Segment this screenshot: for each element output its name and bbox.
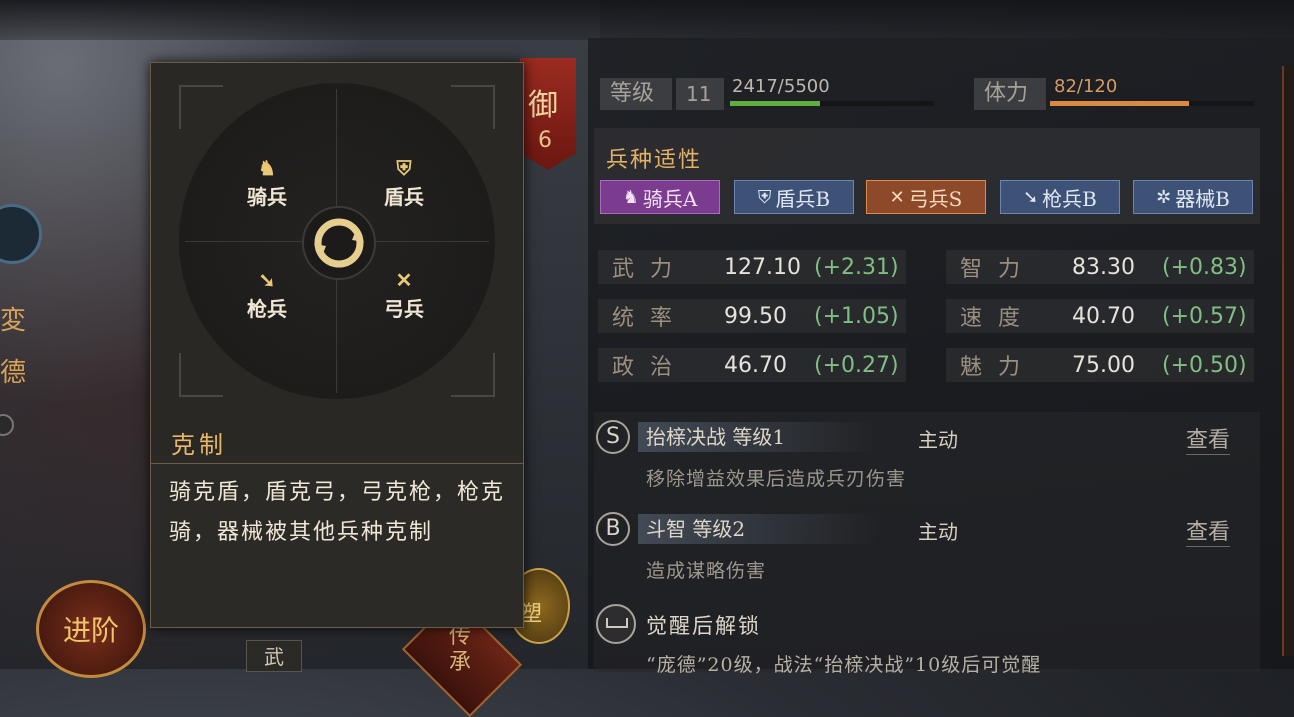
skill-grade-badge: B	[596, 512, 630, 546]
corner-ornament	[179, 353, 223, 397]
stat-name: 统率	[612, 306, 689, 331]
stat-value: 99.50	[724, 303, 787, 329]
counter-description: 骑克盾，盾克弓，弓克枪，枪克骑，器械被其他兵种克制	[169, 480, 506, 545]
chip-label: 盾兵B	[775, 186, 831, 211]
stat-name: 武力	[612, 257, 689, 282]
skill-grade-badge: S	[596, 420, 630, 454]
stat-value: 75.00	[1072, 352, 1135, 378]
xp-bar-fill	[730, 101, 820, 106]
corner-ornament	[451, 85, 495, 129]
shield-icon: ⛨	[396, 156, 412, 180]
stat-bonus: (+0.27)	[814, 352, 899, 378]
stat-row-charm: 魅力 75.00 (+0.50)	[946, 348, 1254, 382]
horse-icon: ♞	[258, 156, 276, 180]
chip-label: 弓兵S	[908, 186, 963, 211]
advance-label: 进阶	[62, 614, 119, 647]
defense-value: 6	[538, 128, 552, 153]
top-banner	[0, 0, 1294, 40]
bow-icon: ✕	[889, 186, 905, 208]
chip-label: 枪兵B	[1042, 186, 1097, 211]
horse-icon: ♞	[622, 186, 639, 208]
unit-cavalry: ♞ 骑兵	[227, 155, 307, 210]
stat-value: 40.70	[1072, 303, 1135, 329]
gear-icon: ✲	[1156, 186, 1172, 208]
side-name-char-1: 変	[0, 306, 27, 336]
awaken-description: “庞德”20级，战法“抬榇决战”10级后可觉醒	[646, 654, 1042, 676]
skill-view-link[interactable]: 查看	[1186, 514, 1231, 547]
corner-ornament	[451, 353, 495, 397]
stat-row-force: 武力 127.10 (+2.31)	[598, 250, 906, 284]
stat-bonus: (+0.57)	[1162, 303, 1247, 329]
stat-bonus: (+0.50)	[1162, 352, 1247, 378]
unit-spear: ➘ 枪兵	[227, 267, 307, 322]
counter-title: 克制	[171, 431, 227, 459]
stat-row-speed: 速度 40.70 (+0.57)	[946, 299, 1254, 333]
stat-name: 速度	[960, 306, 1037, 331]
stat-row-politics: 政治 46.70 (+0.27)	[598, 348, 906, 382]
aptitude-chip-shield[interactable]: ⛨ 盾兵B	[734, 180, 854, 214]
stat-name: 智力	[960, 257, 1037, 282]
skill-description: 造成谋略伤害	[646, 560, 767, 582]
level-label: 等级	[600, 78, 672, 110]
stat-bonus: (+1.05)	[814, 303, 899, 329]
counter-popup: ♞ 骑兵 ⛨ 盾兵 ➘ 枪兵 ✕ 弓兵 克制 骑克盾，盾克弓，弓克枪，枪克骑，器械被其他…	[150, 62, 524, 628]
skill-name: 斗智 等级2	[638, 514, 878, 544]
unit-label: 弓兵	[384, 297, 424, 321]
corner-ornament	[179, 85, 223, 129]
stat-bonus: (+2.31)	[814, 254, 899, 280]
aptitude-chip-machine[interactable]: ✲ 器械B	[1133, 180, 1253, 214]
stat-row-command: 统率 99.50 (+1.05)	[598, 299, 906, 333]
popup-divider	[151, 463, 523, 464]
spear-icon: ➘	[1023, 186, 1039, 208]
unit-label: 骑兵	[247, 185, 287, 209]
level-value: 11	[676, 78, 724, 110]
side-name-char-2: 德	[0, 358, 27, 388]
stat-bonus: (+0.83)	[1162, 254, 1247, 280]
skill-description: 移除增益效果后造成兵刃伤害	[646, 468, 907, 490]
aptitude-chip-spear[interactable]: ➘ 枪兵B	[1000, 180, 1120, 214]
skill-type: 主动	[918, 428, 958, 452]
stamina-bar	[1050, 101, 1254, 106]
stat-value: 83.30	[1072, 254, 1135, 280]
xp-text: 2417/5500	[732, 76, 830, 97]
stat-name: 魅力	[960, 355, 1037, 380]
stamina-bar-fill	[1050, 101, 1189, 106]
stat-name: 政治	[612, 355, 689, 380]
defense-char: 御	[528, 88, 558, 123]
shield-icon: ⛨	[757, 186, 772, 208]
chip-label: 器械B	[1175, 186, 1230, 211]
aptitude-chip-cavalry[interactable]: ♞ 骑兵A	[600, 180, 720, 214]
inherit-label: 传承	[448, 624, 471, 675]
lock-icon	[596, 604, 636, 644]
stamina-text: 82/120	[1054, 76, 1118, 97]
unit-shield: ⛨ 盾兵	[364, 155, 444, 210]
bow-icon: ✕	[395, 268, 413, 292]
stamina-label: 体力	[974, 78, 1046, 110]
skill-type: 主动	[918, 520, 958, 544]
aptitude-title: 兵种适性	[606, 148, 703, 173]
panel-side-edge	[1282, 66, 1294, 656]
skill-view-link[interactable]: 查看	[1186, 422, 1231, 455]
stat-value: 46.70	[724, 352, 787, 378]
spear-icon: ➘	[258, 268, 276, 292]
stat-value: 127.10	[724, 254, 801, 280]
xp-bar	[730, 101, 934, 106]
aptitude-chip-archer[interactable]: ✕ 弓兵S	[866, 180, 986, 214]
advance-button[interactable]: 进阶	[36, 580, 146, 678]
awaken-title: 觉醒后解锁	[646, 614, 761, 638]
skill-name: 抬榇决战 等级1	[638, 422, 878, 452]
unit-label: 枪兵	[247, 297, 287, 321]
unit-label: 盾兵	[384, 185, 424, 209]
unit-archer: ✕ 弓兵	[364, 267, 444, 322]
tab-wu[interactable]: 武	[246, 640, 302, 672]
chip-label: 骑兵A	[642, 186, 698, 211]
stat-row-intellect: 智力 83.30 (+0.83)	[946, 250, 1254, 284]
